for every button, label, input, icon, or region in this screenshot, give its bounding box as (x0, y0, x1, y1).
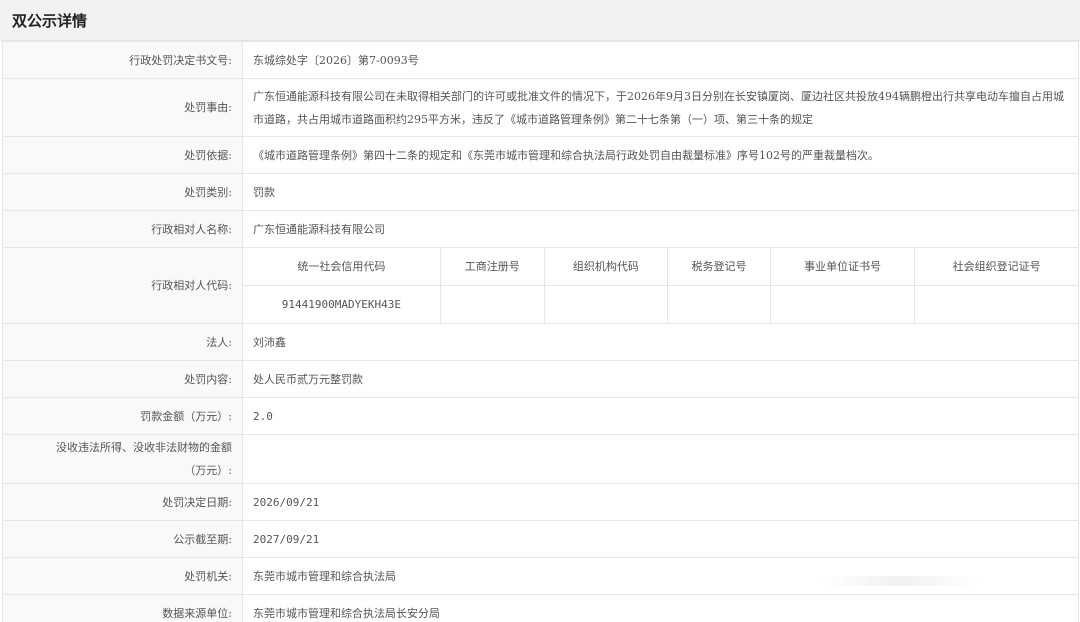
codes-table: 统一社会信用代码 工商注册号 组织机构代码 税务登记号 事业单位证书号 社会组织… (243, 248, 1078, 323)
label-penalty-basis: 处罚依据: (2, 136, 243, 174)
value-legal-rep: 刘沛鑫 (242, 323, 1079, 361)
detail-table: 行政处罚决定书文号: 东城综处字〔2026〕第7-0093号 处罚事由: 广东恒… (2, 41, 1079, 622)
code-value-business (439, 285, 545, 323)
row-publicity-deadline: 公示截至期: 2027/09/21 (2, 520, 1079, 558)
row-party-codes: 行政相对人代码: 统一社会信用代码 工商注册号 组织机构代码 税务登记号 事业单… (2, 247, 1079, 324)
row-fine-amount: 罚款金额（万元）: 2.0 (2, 397, 1079, 435)
label-party-name: 行政相对人名称: (2, 210, 243, 248)
label-penalty-category: 处罚类别: (2, 173, 243, 211)
code-value-org (543, 285, 668, 323)
code-value-credit: 91441900MADYEKH43E (281, 298, 401, 311)
code-header-business: 工商注册号 (439, 248, 545, 286)
code-value-institution (770, 285, 915, 323)
row-legal-rep: 法人: 刘沛鑫 (2, 323, 1079, 361)
value-fine-amount: 2.0 (242, 397, 1079, 435)
code-header-credit: 统一社会信用代码 (243, 248, 441, 286)
label-decision-date: 处罚决定日期: (2, 483, 243, 521)
row-data-source: 数据来源单位: 东莞市城市管理和综合执法局长安分局 (2, 594, 1079, 622)
label-fine-amount: 罚款金额（万元）: (2, 397, 243, 435)
value-confiscation-amount (242, 434, 1079, 484)
code-header-org: 组织机构代码 (543, 248, 668, 286)
title-bar: 双公示详情 (0, 0, 1080, 41)
codes-cell: 统一社会信用代码 工商注册号 组织机构代码 税务登记号 事业单位证书号 社会组织… (242, 247, 1079, 324)
value-penalty-reason: 广东恒通能源科技有限公司在未取得相关部门的许可或批准文件的情况下，于2026年9… (242, 78, 1079, 137)
row-decision-number: 行政处罚决定书文号: 东城综处字〔2026〕第7-0093号 (2, 41, 1079, 79)
value-decision-date: 2026/09/21 (242, 483, 1079, 521)
label-data-source: 数据来源单位: (2, 594, 243, 622)
row-penalty-content: 处罚内容: 处人民币贰万元整罚款 (2, 360, 1079, 398)
code-header-institution: 事业单位证书号 (770, 248, 915, 286)
watermark-smudge (820, 576, 980, 586)
code-header-social-org: 社会组织登记证号 (914, 248, 1078, 286)
label-penalty-authority: 处罚机关: (2, 557, 243, 595)
codes-header-row: 统一社会信用代码 工商注册号 组织机构代码 税务登记号 事业单位证书号 社会组织… (243, 248, 1078, 286)
row-party-name: 行政相对人名称: 广东恒通能源科技有限公司 (2, 210, 1079, 248)
value-penalty-basis: 《城市道路管理条例》第四十二条的规定和《东莞市城市管理和综合执法局行政处罚自由裁… (242, 136, 1079, 174)
value-decision-number: 东城综处字〔2026〕第7-0093号 (242, 41, 1079, 79)
label-penalty-reason: 处罚事由: (2, 78, 243, 137)
label-penalty-content: 处罚内容: (2, 360, 243, 398)
code-header-tax: 税务登记号 (666, 248, 771, 286)
value-party-name: 广东恒通能源科技有限公司 (242, 210, 1079, 248)
row-penalty-category: 处罚类别: 罚款 (2, 173, 1079, 211)
label-party-codes: 行政相对人代码: (2, 247, 243, 324)
label-decision-number: 行政处罚决定书文号: (2, 41, 243, 79)
code-value-social-org (914, 285, 1078, 323)
value-penalty-content: 处人民币贰万元整罚款 (242, 360, 1079, 398)
label-legal-rep: 法人: (2, 323, 243, 361)
page-title: 双公示详情 (12, 11, 88, 30)
value-data-source: 东莞市城市管理和综合执法局长安分局 (242, 594, 1079, 622)
row-penalty-basis: 处罚依据: 《城市道路管理条例》第四十二条的规定和《东莞市城市管理和综合执法局行… (2, 136, 1079, 174)
codes-value-row: 91441900MADYEKH43E (243, 285, 1078, 323)
row-decision-date: 处罚决定日期: 2026/09/21 (2, 483, 1079, 521)
code-value-tax (666, 285, 771, 323)
label-publicity-deadline: 公示截至期: (2, 520, 243, 558)
row-confiscation-amount: 没收违法所得、没收非法财物的金额（万元）: (2, 434, 1079, 484)
value-penalty-category: 罚款 (242, 173, 1079, 211)
detail-page: 双公示详情 行政处罚决定书文号: 东城综处字〔2026〕第7-0093号 处罚事… (0, 0, 1080, 622)
row-penalty-reason: 处罚事由: 广东恒通能源科技有限公司在未取得相关部门的许可或批准文件的情况下，于… (2, 78, 1079, 137)
value-publicity-deadline: 2027/09/21 (242, 520, 1079, 558)
label-confiscation-amount: 没收违法所得、没收非法财物的金额（万元）: (2, 434, 243, 484)
